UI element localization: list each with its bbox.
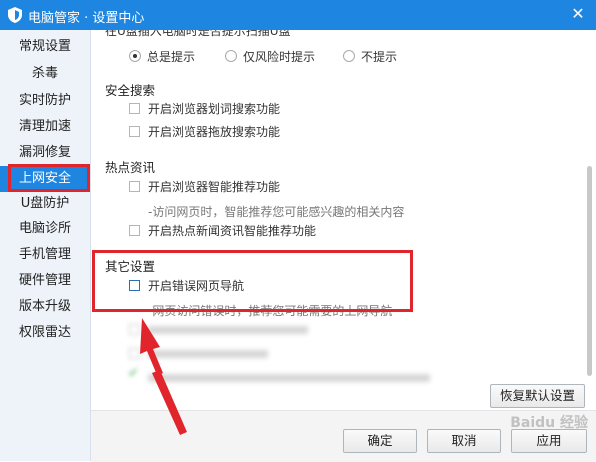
cancel-button[interactable]: 取消 [427,429,501,453]
checkbox-error-page-nav-label: 开启错误网页导航 [148,279,245,293]
radio-no-prompt[interactable] [343,50,355,62]
radio-always-prompt[interactable] [129,50,141,62]
baidu-watermark: Baidu 经验 [510,415,588,431]
checkbox-smart-recommend-label: 开启浏览器智能推荐功能 [148,180,281,194]
blurred-text-1 [148,326,308,334]
sidebar-item-web-security[interactable]: 上网安全 [0,166,90,192]
radio-always-prompt-label: 总是提示 [147,50,196,64]
blurred-text-3 [148,374,430,382]
other-settings-title: 其它设置 [105,259,156,274]
sidebar-item-vuln-fix[interactable]: 漏洞修复 [0,140,90,166]
radio-risk-only[interactable] [225,50,237,62]
shield-logo-icon [8,7,22,23]
window-title: 电脑管家 · 设置中心 [28,11,145,26]
settings-content: 在U盘插入电脑时是否提示扫描U盘 总是提示 仅风险时提示 不提示 安全搜索 开启… [91,30,596,410]
checkbox-smart-recommend[interactable] [129,181,140,192]
checkbox-drag-search[interactable] [129,126,140,137]
sidebar-item-general[interactable]: 常规设置 [0,34,90,60]
blurred-checkbox-1[interactable] [129,324,140,335]
blurred-checkbox-2[interactable] [129,348,140,359]
radio-risk-only-label: 仅风险时提示 [243,50,316,64]
sidebar-item-cleanup[interactable]: 清理加速 [0,114,90,140]
apply-button[interactable]: 应用 [511,429,587,453]
error-page-nav-hint: -网页访问错误时，推荐您可能需要的上网导航 [148,304,393,318]
hot-news-title: 热点资讯 [105,160,156,175]
sidebar-item-usb-protection[interactable]: U盘防护 [0,191,90,217]
smart-recommend-hint: -访问网页时，智能推荐您可能感兴趣的相关内容 [148,205,405,219]
checkbox-word-search-label: 开启浏览器划词搜索功能 [148,102,281,116]
checkbox-word-search[interactable] [129,103,140,114]
safe-search-title: 安全搜索 [105,83,156,98]
sidebar-item-hardware[interactable]: 硬件管理 [0,268,90,294]
title-bar: 电脑管家 · 设置中心 ✕ [0,0,596,30]
ok-button[interactable]: 确定 [343,429,417,453]
sidebar-item-antivirus[interactable]: 杀毒 [0,61,90,87]
restore-defaults-button[interactable]: 恢复默认设置 [490,384,585,408]
blurred-text-2 [148,350,268,358]
checkbox-drag-search-label: 开启浏览器拖放搜索功能 [148,125,281,139]
checkbox-error-page-nav[interactable] [129,280,140,291]
sidebar-item-permission-radar[interactable]: 权限雷达 [0,320,90,346]
sidebar-item-upgrade[interactable]: 版本升级 [0,294,90,320]
sidebar-item-pc-clinic[interactable]: 电脑诊所 [0,216,90,242]
checkbox-hot-news[interactable] [129,225,140,236]
checkbox-hot-news-label: 开启热点新闻资讯智能推荐功能 [148,224,317,238]
radio-no-prompt-label: 不提示 [361,50,398,64]
blurred-check-icon: ✔ [128,366,139,381]
scrollbar-thumb[interactable] [587,166,592,376]
sidebar: 常规设置 杀毒 实时防护 清理加速 漏洞修复 上网安全 U盘防护 电脑诊所 手机… [0,30,91,461]
close-icon[interactable]: ✕ [568,4,588,24]
sidebar-item-realtime-protection[interactable]: 实时防护 [0,88,90,114]
sidebar-item-phone-manager[interactable]: 手机管理 [0,242,90,268]
usb-scan-question: 在U盘插入电脑时是否提示扫描U盘 [105,30,291,38]
